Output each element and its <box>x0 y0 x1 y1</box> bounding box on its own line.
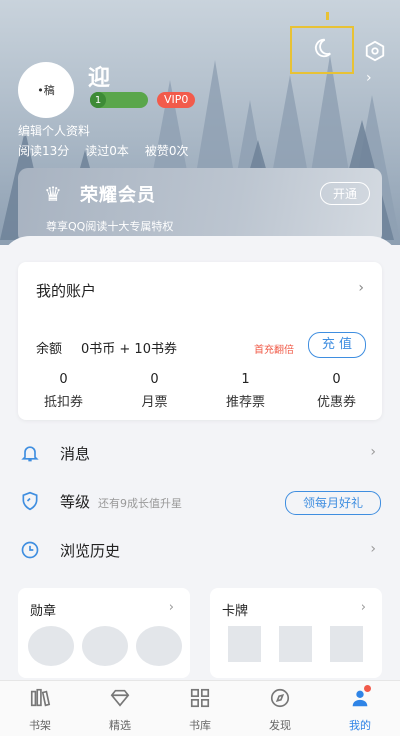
medals-title: 勋章 <box>30 604 57 619</box>
coupon-label: 抵扣券 <box>43 395 83 410</box>
tab-label: 书架 <box>29 719 51 732</box>
bottom-tab-bar: 书架 精选 书库 发现 我的 <box>0 680 400 736</box>
edit-profile-link[interactable]: 编辑个人资料 <box>18 122 90 139</box>
medals-card[interactable]: 勋章 › <box>18 588 190 678</box>
tab-library[interactable]: 书库 <box>160 681 240 736</box>
coupon-stats: 0 抵扣券 0 月票 1 推荐票 0 优惠券 <box>18 372 382 410</box>
night-mode-button[interactable] <box>290 26 354 74</box>
menu-label: 等级 <box>60 493 91 511</box>
vip-membership-card[interactable]: ♛ 荣耀会员 尊享QQ阅读十大专属特权 开通 <box>18 168 382 244</box>
card-placeholder <box>228 626 261 662</box>
level-hint: 还有9成长值升星 <box>98 497 182 510</box>
monthly-gift-button[interactable]: 领每月好礼 <box>285 491 381 515</box>
reading-stats: 阅读13分 读过0本 被赞0次 <box>18 142 189 159</box>
shield-icon <box>18 491 42 516</box>
coupon-monthly-ticket[interactable]: 0 月票 <box>109 372 200 410</box>
vip-card-title: 荣耀会员 <box>80 185 156 206</box>
vip-badge[interactable]: VIP0 <box>157 92 196 108</box>
tab-label: 书库 <box>189 719 211 732</box>
coupon-count: 1 <box>241 372 250 387</box>
avatar[interactable]: •稿 <box>18 62 74 118</box>
stat-reading-points: 阅读13分 <box>18 144 70 158</box>
coupon-label: 月票 <box>141 395 168 410</box>
tab-label: 精选 <box>109 719 131 732</box>
menu-item-messages[interactable]: 消息 › <box>18 435 382 475</box>
card-placeholder <box>279 626 312 662</box>
balance-label: 余额 <box>36 342 63 357</box>
balance-value: 0书币 + 10书券 <box>81 342 177 357</box>
highlight-marker <box>326 12 329 20</box>
cards-card[interactable]: 卡牌 › <box>210 588 382 678</box>
coupon-label: 优惠券 <box>316 395 356 410</box>
gear-icon <box>364 40 386 67</box>
recharge-button[interactable]: 充 值 <box>308 332 366 358</box>
level-number: 1 <box>90 92 106 108</box>
menu-label: 消息 <box>60 445 91 463</box>
bell-icon <box>18 443 42 468</box>
vip-card-subtitle: 尊享QQ阅读十大专属特权 <box>46 220 174 233</box>
settings-button[interactable] <box>362 40 388 66</box>
tab-discover[interactable]: 发现 <box>240 681 320 736</box>
stat-likes: 被赞0次 <box>144 144 189 158</box>
my-account-card: 我的账户 › 余额 0书币 + 10书券 首充翻倍 充 值 0 抵扣券 0 月票… <box>18 262 382 420</box>
person-icon <box>320 687 400 715</box>
tab-bookshelf[interactable]: 书架 <box>0 681 80 736</box>
crown-icon: ♛ <box>44 182 62 206</box>
account-title[interactable]: 我的账户 <box>36 280 96 301</box>
stat-books-read: 读过0本 <box>85 144 129 158</box>
chevron-right-icon: › <box>370 541 376 557</box>
cards-title: 卡牌 <box>222 604 249 619</box>
chevron-right-icon[interactable]: › <box>366 70 372 86</box>
tab-label: 发现 <box>269 719 291 732</box>
tab-featured[interactable]: 精选 <box>80 681 160 736</box>
vip-open-button[interactable]: 开通 <box>319 182 370 205</box>
moon-icon <box>311 37 333 63</box>
menu-item-history[interactable]: 浏览历史 › <box>18 532 382 572</box>
coupon-count: 0 <box>332 372 341 387</box>
medal-placeholder <box>136 626 182 666</box>
notification-dot <box>364 685 371 692</box>
chevron-right-icon[interactable]: › <box>358 280 364 296</box>
chevron-right-icon: › <box>360 600 366 615</box>
diamond-icon <box>80 687 160 715</box>
coupon-label: 推荐票 <box>225 395 265 410</box>
grid-icon <box>160 687 240 715</box>
bookshelf-icon <box>0 687 80 715</box>
username: 迎 <box>88 66 111 91</box>
coupon-recommend-ticket[interactable]: 1 推荐票 <box>200 372 291 410</box>
card-placeholder <box>330 626 363 662</box>
profile-header: •稿 迎 1 VIP0 编辑个人资料 阅读13分 读过0本 被赞0次 › ♛ 荣… <box>0 0 400 245</box>
avatar-text: •稿 <box>37 84 55 97</box>
coupon-count: 0 <box>59 372 68 387</box>
chevron-right-icon: › <box>168 600 174 615</box>
coupon-deduction[interactable]: 0 抵扣券 <box>18 372 109 410</box>
menu-label: 浏览历史 <box>60 542 121 560</box>
compass-icon <box>240 687 320 715</box>
first-recharge-promo: 首充翻倍 <box>254 345 294 356</box>
coupon-discount[interactable]: 0 优惠券 <box>291 372 382 410</box>
tab-mine[interactable]: 我的 <box>320 681 400 736</box>
tab-label: 我的 <box>349 719 371 732</box>
medal-placeholder <box>28 626 74 666</box>
coupon-count: 0 <box>150 372 159 387</box>
chevron-right-icon: › <box>370 444 376 460</box>
level-badge: 1 <box>90 92 148 108</box>
clock-icon <box>18 540 42 565</box>
medal-placeholder <box>82 626 128 666</box>
